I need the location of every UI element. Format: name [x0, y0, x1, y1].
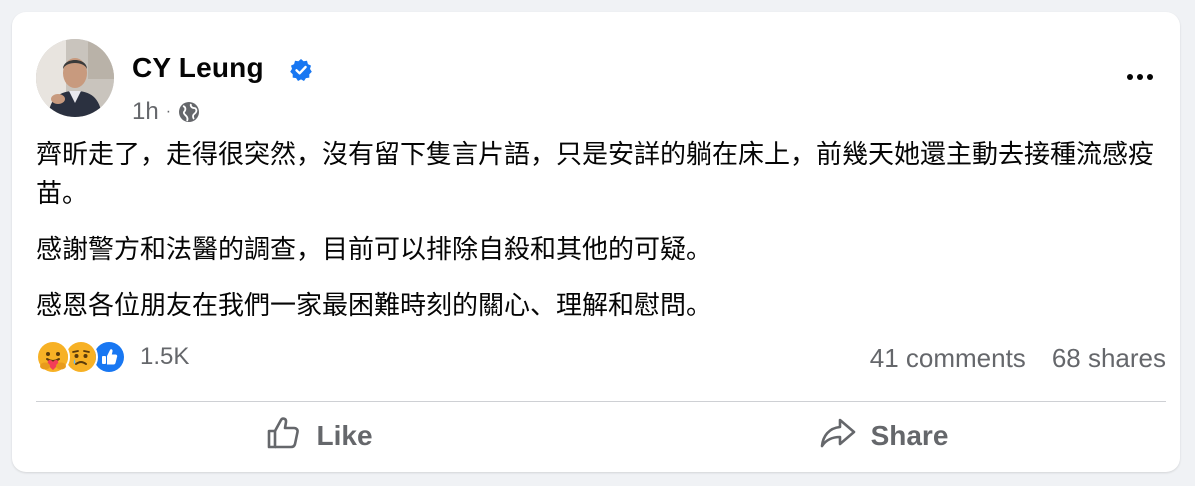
- post-actions: Like Share: [36, 410, 1166, 462]
- share-button[interactable]: Share: [601, 410, 1166, 462]
- divider: [36, 401, 1166, 402]
- reactions-summary[interactable]: 1.5K: [36, 339, 189, 375]
- share-arrow-icon: [819, 414, 857, 459]
- shares-count-link[interactable]: 68 shares: [1052, 343, 1166, 374]
- globe-icon[interactable]: [178, 101, 200, 123]
- post-body: 齊昕走了，走得很突然，沒有留下隻言片語，只是安詳的躺在床上，前幾天她還主動去接種…: [36, 136, 1156, 343]
- reaction-count: 1.5K: [140, 343, 190, 370]
- engagement-counts: 41 comments 68 shares: [870, 343, 1166, 374]
- more-dot-icon: [1127, 74, 1133, 80]
- post-meta: 1h ·: [132, 98, 200, 126]
- like-label: Like: [316, 420, 373, 451]
- thumbs-up-icon: [264, 414, 302, 459]
- post-paragraph: 齊昕走了，走得很突然，沒有留下隻言片語，只是安詳的躺在床上，前幾天她還主動去接種…: [36, 140, 1155, 209]
- more-options-button[interactable]: [1120, 65, 1160, 89]
- post-header: CY Leung 1h ·: [36, 39, 1160, 125]
- like-button[interactable]: Like: [36, 410, 601, 462]
- meta-separator: ·: [165, 103, 172, 120]
- verified-badge-icon: [289, 58, 313, 82]
- post-paragraph: 感謝警方和法醫的調查，目前可以排除自殺和其他的可疑。: [36, 235, 713, 265]
- care-reaction-icon: [36, 340, 70, 374]
- more-dot-icon: [1147, 74, 1153, 80]
- more-dot-icon: [1137, 74, 1143, 80]
- post-card: CY Leung 1h · 齊昕走了，走得很突然，沒有留下隻言片語，只是安詳的躺…: [12, 12, 1180, 472]
- avatar-image: [36, 39, 114, 117]
- share-label: Share: [870, 420, 949, 451]
- post-stats: 1.5K 41 comments 68 shares: [36, 337, 1166, 377]
- comments-count-link[interactable]: 41 comments: [870, 343, 1026, 374]
- avatar[interactable]: [36, 39, 114, 117]
- author-name[interactable]: CY Leung: [132, 52, 264, 84]
- post-timestamp[interactable]: 1h: [132, 98, 159, 126]
- post-paragraph: 感恩各位朋友在我們一家最困難時刻的關心、理解和慰問。: [36, 291, 713, 321]
